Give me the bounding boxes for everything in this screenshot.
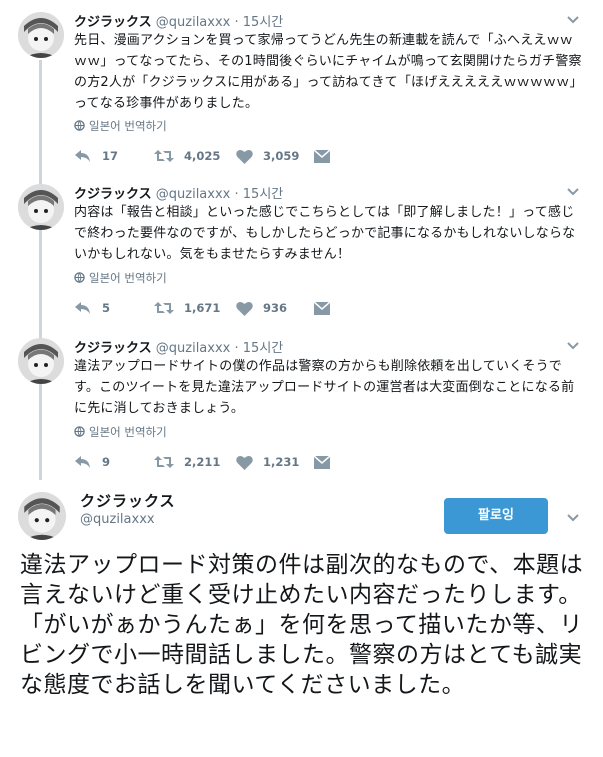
tweet-actions: 17 4,025 3,059 xyxy=(74,146,374,166)
tweet-actions: 5 1,671 936 xyxy=(74,298,374,318)
like-count: 1,231 xyxy=(263,455,300,469)
like-count: 3,059 xyxy=(263,149,300,163)
retweet-count: 2,211 xyxy=(184,455,221,469)
main-tweet-text: 違法アップロード対策の件は副次的なもので、本題は言えないけど重く受け止めたい内容… xyxy=(20,552,584,698)
timestamp[interactable]: 15시간 xyxy=(243,187,283,202)
avatar[interactable] xyxy=(18,184,64,230)
tweet-actions: 9 2,211 1,231 xyxy=(74,452,374,472)
chevron-down-icon[interactable] xyxy=(566,510,580,524)
translate-link[interactable]: 일본어 번역하기 xyxy=(74,118,167,134)
author-handle[interactable]: @quzilaxxx xyxy=(156,15,231,30)
retweet-button[interactable]: 4,025 xyxy=(154,146,220,166)
like-icon xyxy=(236,149,253,164)
chevron-down-icon[interactable] xyxy=(566,12,580,26)
author-handle[interactable]: @quzilaxxx xyxy=(156,341,231,356)
timestamp[interactable]: 15시간 xyxy=(243,341,283,356)
author-handle[interactable]: @quzilaxxx xyxy=(156,187,231,202)
globe-icon xyxy=(74,426,85,437)
thread-connector xyxy=(39,60,42,480)
author-handle[interactable]: @quzilaxxx xyxy=(80,512,155,527)
tweet-text: 内容は「報告と相談」といった感じでこちらとしては「即了解しました！」って感じで終… xyxy=(74,205,576,262)
reply-button[interactable]: 9 xyxy=(74,452,110,472)
like-icon xyxy=(236,301,253,316)
separator-dot: · xyxy=(234,341,239,356)
reply-button[interactable]: 17 xyxy=(74,146,118,166)
separator-dot: · xyxy=(234,15,239,30)
author-name[interactable]: クジラックス xyxy=(80,490,176,511)
reply-count: 5 xyxy=(102,301,111,315)
following-button[interactable]: 팔로잉 xyxy=(444,498,548,534)
reply-icon xyxy=(75,302,90,314)
reply-icon xyxy=(75,456,90,468)
dm-icon xyxy=(314,149,330,163)
translate-link[interactable]: 일본어 번역하기 xyxy=(74,270,167,286)
reply-count: 9 xyxy=(102,455,111,469)
author-name[interactable]: クジラックス xyxy=(74,15,152,30)
dm-icon xyxy=(314,455,330,469)
like-button[interactable]: 936 xyxy=(236,298,287,318)
author-name[interactable]: クジラックス xyxy=(74,187,152,202)
retweet-button[interactable]: 2,211 xyxy=(154,452,220,472)
dm-icon xyxy=(314,301,330,315)
avatar[interactable] xyxy=(18,12,64,58)
avatar[interactable] xyxy=(18,492,66,540)
tweet-text: 違法アップロードサイトの僕の作品は警察の方からも削除依頼を出していくそうです。こ… xyxy=(74,359,575,416)
retweet-count: 1,671 xyxy=(184,301,221,315)
separator-dot: · xyxy=(234,187,239,202)
chevron-down-icon[interactable] xyxy=(566,338,580,352)
translate-label: 일본어 번역하기 xyxy=(89,119,167,133)
tweet-header: クジラックス @quzilaxxx · 15시간 xyxy=(74,337,283,356)
translate-label: 일본어 번역하기 xyxy=(89,425,167,439)
tweet-text: 先日、漫画アクションを買って家帰ってうどん先生の新連載を読んで「ふへええｗｗｗｗ… xyxy=(74,33,583,111)
like-button[interactable]: 3,059 xyxy=(236,146,299,166)
retweet-icon xyxy=(154,150,174,162)
like-button[interactable]: 1,231 xyxy=(236,452,299,472)
tweet-header: クジラックス @quzilaxxx · 15시간 xyxy=(74,11,283,30)
globe-icon xyxy=(74,120,85,131)
translate-label: 일본어 번역하기 xyxy=(89,271,167,285)
dm-button[interactable] xyxy=(314,146,340,166)
like-icon xyxy=(236,455,253,470)
author-name[interactable]: クジラックス xyxy=(74,341,152,356)
reply-count: 17 xyxy=(102,149,119,163)
reply-icon xyxy=(75,150,90,162)
retweet-count: 4,025 xyxy=(184,149,221,163)
like-count: 936 xyxy=(263,301,288,315)
globe-icon xyxy=(74,272,85,283)
dm-button[interactable] xyxy=(314,298,340,318)
dm-button[interactable] xyxy=(314,452,340,472)
tweet-header: クジラックス @quzilaxxx · 15시간 xyxy=(74,183,283,202)
reply-button[interactable]: 5 xyxy=(74,298,110,318)
translate-link[interactable]: 일본어 번역하기 xyxy=(74,424,167,440)
timestamp[interactable]: 15시간 xyxy=(243,15,283,30)
retweet-button[interactable]: 1,671 xyxy=(154,298,220,318)
retweet-icon xyxy=(154,302,174,314)
chevron-down-icon[interactable] xyxy=(566,184,580,198)
avatar[interactable] xyxy=(18,338,64,384)
retweet-icon xyxy=(154,456,174,468)
